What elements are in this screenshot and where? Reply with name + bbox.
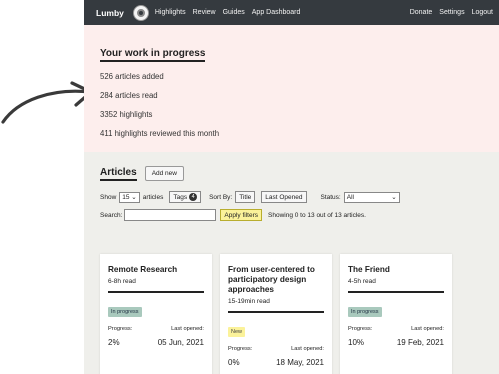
article-title[interactable]: Remote Research <box>108 265 204 275</box>
article-card[interactable]: From user-centered to participatory desi… <box>220 254 332 374</box>
read-time: 15-19min read <box>228 298 270 305</box>
article-title[interactable]: From user-centered to participatory desi… <box>228 265 324 295</box>
showing-count-text: Showing 0 to 13 out of 13 articles. <box>268 211 366 219</box>
add-new-button[interactable]: Add new <box>144 166 184 181</box>
stat-articles-added: 526 articles added <box>100 72 164 81</box>
sort-last-opened-button[interactable]: Last Opened <box>261 191 307 203</box>
progress-label: Progress: <box>108 326 133 332</box>
article-filters: Show 15 ⌄ articles Tags 4 Sort By: Title … <box>100 191 483 203</box>
status-badge: In progress <box>108 307 142 317</box>
sort-title-button[interactable]: Title <box>235 191 256 203</box>
stat-highlights-reviewed: 411 highlights reviewed this month <box>100 129 220 138</box>
tags-button[interactable]: Tags 4 <box>169 191 202 203</box>
articles-label: articles <box>142 193 164 201</box>
article-card[interactable]: The Friend 4-5h read In progress Progres… <box>340 254 452 374</box>
last-opened-value: 18 May, 2021 <box>276 358 324 367</box>
app-window: Lumby Highlights Review Guides App Dashb… <box>84 0 499 374</box>
sort-by-label: Sort By: <box>209 193 233 201</box>
card-divider <box>228 311 324 313</box>
show-label: Show <box>100 193 117 201</box>
read-time: 4-5h read <box>348 278 376 285</box>
card-divider <box>108 291 204 293</box>
nav-highlights[interactable]: Highlights <box>155 9 186 16</box>
card-divider <box>348 291 444 293</box>
tags-count-badge: 4 <box>189 193 198 201</box>
apply-filters-button[interactable]: Apply filters <box>220 209 263 221</box>
stat-articles-read: 284 articles read <box>100 91 158 100</box>
progress-value: 0% <box>228 358 240 367</box>
status-label: Status: <box>320 193 341 201</box>
status-badge: New <box>228 327 246 337</box>
last-opened-label: Last opened: <box>291 346 324 352</box>
search-row: Search: Apply filters Showing 0 to 13 ou… <box>100 209 483 221</box>
progress-value: 10% <box>348 338 365 347</box>
status-select[interactable]: All ⌄ <box>343 191 400 203</box>
progress-title: Your work in progress <box>100 48 206 62</box>
chevron-down-icon: ⌄ <box>129 194 137 201</box>
progress-label: Progress: <box>228 346 253 352</box>
last-opened-label: Last opened: <box>171 326 204 332</box>
article-card[interactable]: Remote Research 6-8h read In progress Pr… <box>100 254 212 374</box>
nav-app-dashboard[interactable]: App Dashboard <box>252 9 301 16</box>
article-cards: Remote Research 6-8h read In progress Pr… <box>100 254 460 374</box>
chevron-down-icon: ⌄ <box>391 194 397 201</box>
article-title[interactable]: The Friend <box>348 265 444 275</box>
nav-review[interactable]: Review <box>193 9 216 16</box>
nav-guides[interactable]: Guides <box>223 9 245 16</box>
nav-donate[interactable]: Donate <box>410 9 433 16</box>
brand-name[interactable]: Lumby <box>96 8 124 18</box>
articles-title: Articles <box>100 167 137 181</box>
read-time: 6-8h read <box>108 278 136 285</box>
progress-value: 2% <box>108 338 120 347</box>
last-opened-value: 19 Feb, 2021 <box>396 338 444 347</box>
status-badge: In progress <box>348 307 382 317</box>
last-opened-value: 05 Jun, 2021 <box>157 338 204 347</box>
search-label: Search: <box>100 211 123 219</box>
nav-settings[interactable]: Settings <box>439 9 464 16</box>
top-navigation-bar: Lumby Highlights Review Guides App Dashb… <box>84 0 499 25</box>
search-input[interactable] <box>124 209 217 221</box>
nav-logout[interactable]: Logout <box>472 9 493 16</box>
page-size-select[interactable]: 15 ⌄ <box>119 191 140 203</box>
articles-section: Articles Add new Show 15 ⌄ articles Tags… <box>84 152 499 221</box>
lumby-logo-icon[interactable] <box>132 4 149 21</box>
stat-highlights: 3352 highlights <box>100 110 153 119</box>
last-opened-label: Last opened: <box>411 326 444 332</box>
work-progress-panel: Your work in progress 526 articles added… <box>84 25 499 152</box>
progress-label: Progress: <box>348 326 373 332</box>
